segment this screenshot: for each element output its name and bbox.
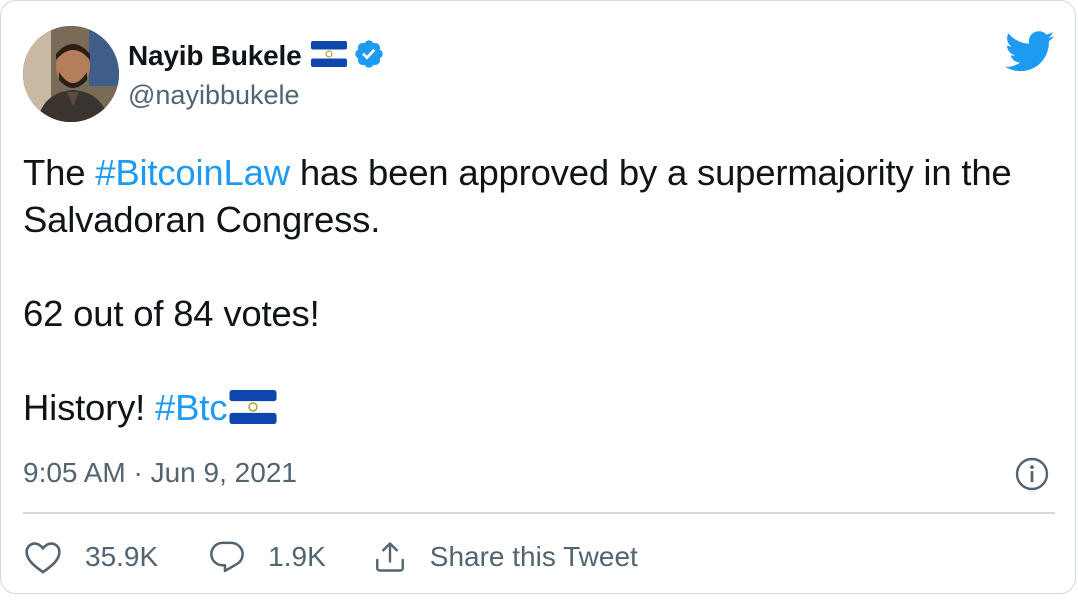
reply-count: 1.9K <box>268 541 326 572</box>
divider <box>23 512 1055 514</box>
share-icon <box>372 539 408 575</box>
avatar[interactable] <box>23 26 119 122</box>
tweet-paragraph: 62 out of 84 votes! <box>23 293 320 334</box>
author-name[interactable]: Nayib Bukele <box>128 40 302 72</box>
el-salvador-flag-icon <box>229 388 277 435</box>
author-block: Nayib Bukele @nayibbukele <box>128 38 385 111</box>
hashtag-bitcoinlaw[interactable]: #BitcoinLaw <box>95 152 290 193</box>
tweet-paragraph: The #BitcoinLaw has been approved by a s… <box>23 149 1053 243</box>
share-button[interactable]: Share this Tweet <box>372 539 638 575</box>
share-label: Share this Tweet <box>429 541 638 572</box>
hashtag-btc[interactable]: #Btc <box>155 387 227 428</box>
action-bar: 35.9K 1.9K Share this Tweet <box>23 534 638 580</box>
like-button[interactable]: 35.9K <box>23 539 158 575</box>
name-row: Nayib Bukele <box>128 38 385 74</box>
tweet-text: The #BitcoinLaw has been approved by a s… <box>23 149 1053 435</box>
info-icon[interactable] <box>1014 456 1050 497</box>
tweet-paragraph: History! #Btc <box>23 384 1053 435</box>
tweet-text-fragment: The <box>23 152 96 193</box>
heart-icon <box>23 539 63 575</box>
twitter-bird-icon[interactable] <box>1005 31 1055 78</box>
tweet-text-fragment: History! <box>23 387 156 428</box>
el-salvador-flag-icon <box>311 40 348 72</box>
like-count: 35.9K <box>85 541 159 572</box>
tweet-card: Nayib Bukele @nayibbukele The #BitcoinLa… <box>0 0 1076 594</box>
reply-icon <box>208 539 246 575</box>
verified-badge-icon <box>353 38 385 75</box>
tweet-timestamp[interactable]: 9:05 AM · Jun 9, 2021 <box>23 457 297 489</box>
author-handle[interactable]: @nayibbukele <box>128 80 385 111</box>
reply-button[interactable]: 1.9K <box>208 539 326 575</box>
